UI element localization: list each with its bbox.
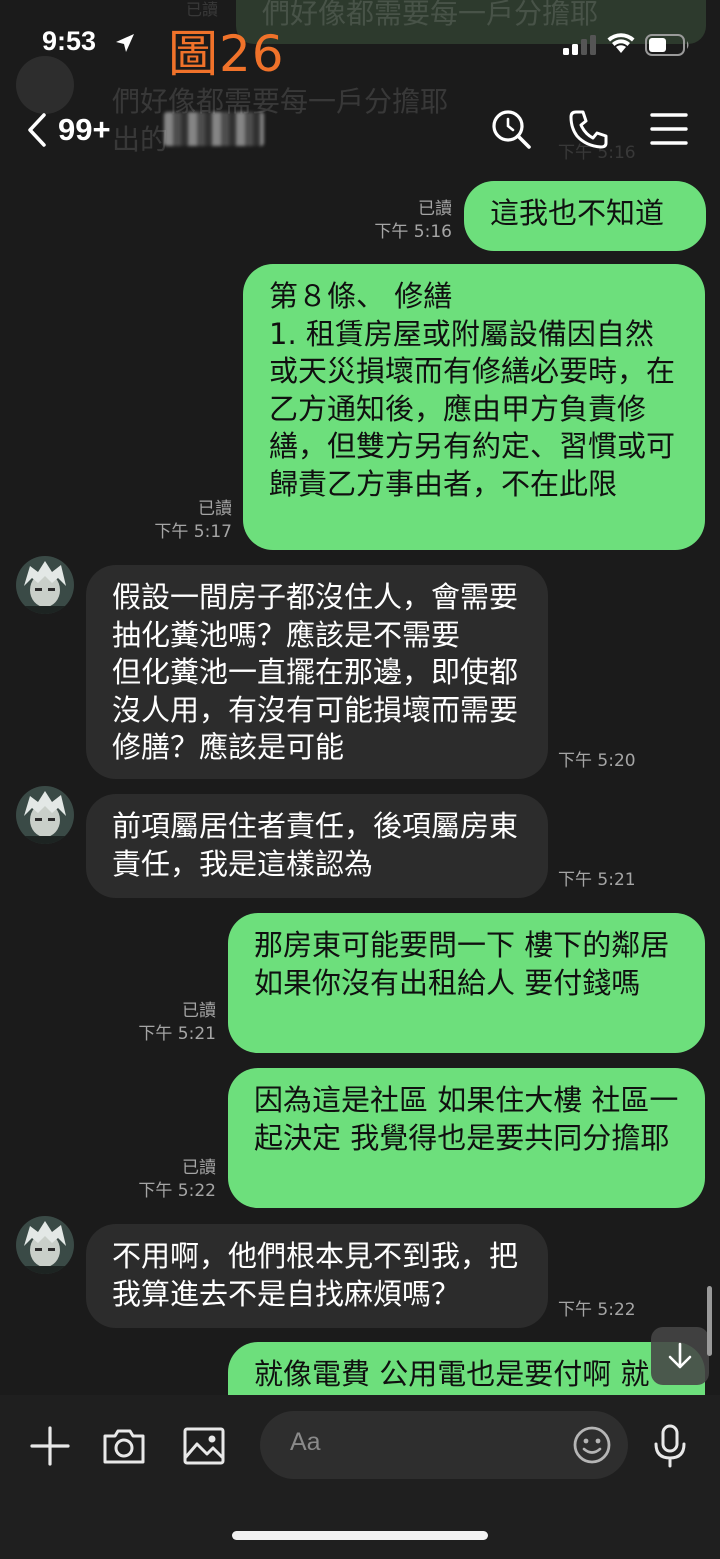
unread-count: 99+: [58, 112, 111, 147]
figure-annotation: 圖26: [168, 25, 285, 83]
scroll-to-bottom-button[interactable]: [651, 1327, 709, 1385]
contact-name-blurred: [164, 112, 264, 146]
message-text: 不用啊，他們根本見不到我，把我算進去不是自找麻煩嗎？: [112, 1239, 519, 1311]
camera-icon[interactable]: [100, 1422, 148, 1470]
message-input-bar: Aa: [0, 1395, 720, 1559]
mic-icon[interactable]: [646, 1422, 694, 1470]
message-text: 這我也不知道: [490, 196, 665, 230]
outgoing-message-bubble[interactable]: 這我也不知道: [464, 181, 706, 251]
emoji-icon[interactable]: [572, 1425, 612, 1465]
contact-avatar[interactable]: [16, 786, 74, 844]
chat-header: 99+: [0, 88, 720, 168]
read-receipt: 已讀: [182, 1158, 216, 1178]
outgoing-message-bubble[interactable]: 第８條、 修繕 1. 租賃房屋或附屬設備因自然或天災損壞而有修繕必要時，在乙方通…: [243, 264, 705, 550]
status-bar: 9:53 圖26: [0, 0, 720, 88]
wifi-icon: [607, 33, 635, 53]
contact-avatar[interactable]: [16, 556, 74, 614]
timestamp: 下午 5:17: [154, 522, 232, 542]
message-text: 第８條、 修繕 1. 租賃房屋或附屬設備因自然或天災損壞而有修繕必要時，在乙方通…: [269, 279, 676, 501]
back-chevron-icon: [28, 113, 46, 147]
message-text: 就像電費 公用電也是要付啊 就: [254, 1357, 650, 1391]
incoming-message-bubble[interactable]: 假設一間房子都沒住人，會需要抽化糞池嗎？應該是不需要 但化糞池一直擺在那邊，即使…: [86, 565, 548, 779]
menu-icon[interactable]: [646, 106, 692, 152]
battery-icon: [645, 34, 689, 56]
location-arrow-icon: [116, 34, 134, 52]
timestamp: 下午 5:22: [138, 1181, 216, 1201]
status-time: 9:53: [42, 26, 97, 56]
message-meta: 已讀 下午 5:17: [110, 498, 232, 544]
home-indicator[interactable]: [232, 1531, 488, 1540]
message-text: 前項屬居住者責任，後項屬房東責任，我是這樣認為: [112, 809, 519, 881]
scrollbar[interactable]: [707, 1286, 712, 1356]
read-receipt: 已讀: [418, 199, 452, 219]
message-text: 假設一間房子都沒住人，會需要抽化糞池嗎？應該是不需要 但化糞池一直擺在那邊，即使…: [112, 580, 519, 764]
timestamp: 下午 5:22: [558, 1300, 636, 1320]
message-meta: 已讀 下午 5:22: [94, 1157, 216, 1203]
phone-icon[interactable]: [566, 106, 612, 152]
timestamp: 下午 5:21: [138, 1024, 216, 1044]
message-meta: 已讀 下午 5:16: [330, 198, 452, 244]
incoming-message-bubble[interactable]: 不用啊，他們根本見不到我，把我算進去不是自找麻煩嗎？: [86, 1224, 548, 1328]
timestamp: 下午 5:16: [374, 222, 452, 242]
read-receipt: 已讀: [198, 499, 232, 519]
image-icon[interactable]: [180, 1422, 228, 1470]
outgoing-message-bubble[interactable]: 就像電費 公用電也是要付啊 就: [228, 1342, 705, 1395]
search-icon[interactable]: [488, 106, 534, 152]
plus-icon[interactable]: [26, 1422, 74, 1470]
timestamp: 下午 5:21: [558, 870, 636, 890]
arrow-down-icon: [668, 1342, 692, 1369]
back-button[interactable]: 99+: [26, 108, 136, 152]
read-receipt: 已讀: [182, 1001, 216, 1021]
message-meta: 已讀 下午 5:21: [94, 1000, 216, 1046]
message-text: 那房東可能要問一下 樓下的鄰居 如果你沒有出租給人 要付錢嗎: [254, 928, 670, 1000]
contact-avatar[interactable]: [16, 1216, 74, 1274]
incoming-message-bubble[interactable]: 前項屬居住者責任，後項屬房東責任，我是這樣認為: [86, 794, 548, 898]
input-placeholder: Aa: [290, 1428, 321, 1456]
message-input[interactable]: Aa: [260, 1411, 628, 1479]
outgoing-message-bubble[interactable]: 那房東可能要問一下 樓下的鄰居 如果你沒有出租給人 要付錢嗎: [228, 913, 705, 1053]
outgoing-message-bubble[interactable]: 因為這是社區 如果住大樓 社區一起決定 我覺得也是要共同分擔耶: [228, 1068, 705, 1208]
chat-message-area[interactable]: 們好像都需要每一戶分擔耶 已讀 們好像都需要每一戶分擔耶 出的 下午 5:16 …: [0, 0, 720, 1395]
message-text: 因為這是社區 如果住大樓 社區一起決定 我覺得也是要共同分擔耶: [254, 1083, 679, 1155]
signal-icon: [563, 35, 596, 55]
timestamp: 下午 5:20: [558, 751, 636, 771]
